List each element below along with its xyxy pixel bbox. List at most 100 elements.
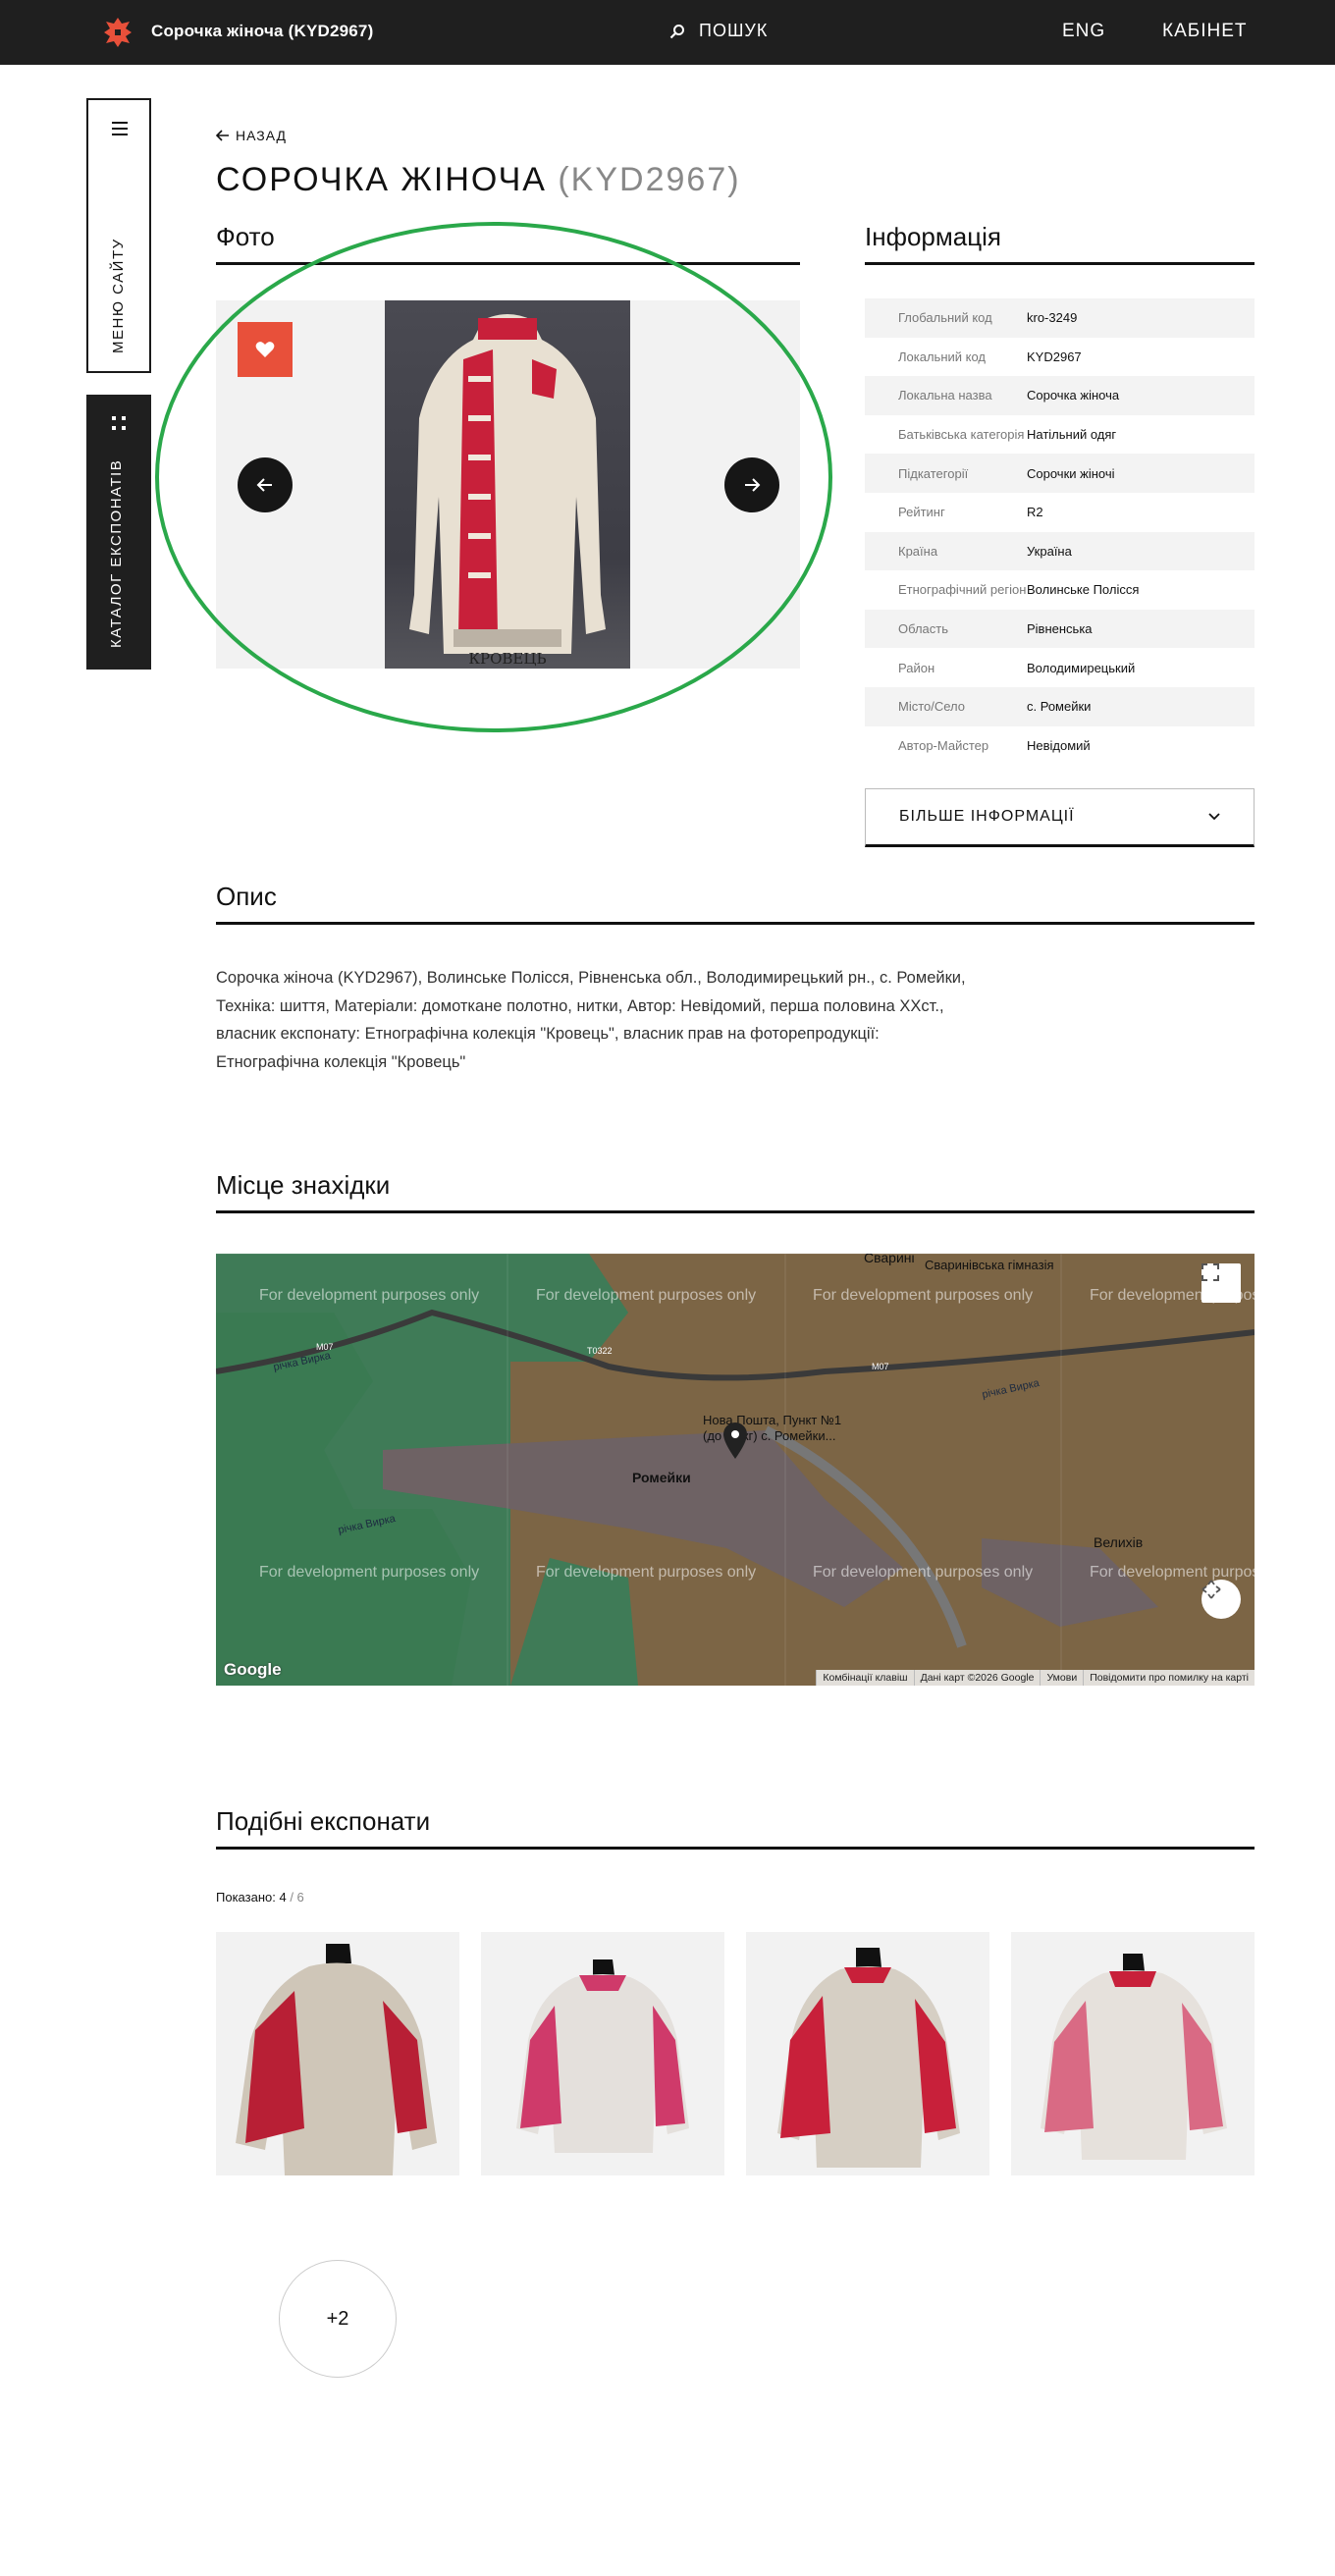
more-exhibits-button[interactable]: +2 bbox=[279, 2260, 397, 2378]
language-switch[interactable]: ENG bbox=[1062, 21, 1105, 42]
info-value: Рівненська bbox=[1027, 609, 1255, 649]
previous-photo-button[interactable] bbox=[238, 457, 293, 512]
grid-icon bbox=[112, 416, 126, 430]
info-value: Сорочки жіночі bbox=[1027, 454, 1255, 493]
photo-carousel[interactable]: КРОВЕЦЬ bbox=[216, 300, 800, 669]
map-attribution: Комбінації клавіш Дані карт ©2026 Google… bbox=[816, 1670, 1255, 1686]
keyboard-shortcuts-link[interactable]: Комбінації клавіш bbox=[816, 1670, 913, 1686]
favorite-button[interactable] bbox=[238, 322, 293, 377]
description-line: Сорочка жіноча (KYD2967), Волинське Полі… bbox=[216, 969, 966, 987]
info-key: Область bbox=[865, 609, 1027, 649]
cabinet-link[interactable]: КАБІНЕТ bbox=[1162, 21, 1248, 42]
map-data-text: Дані карт ©2026 Google bbox=[913, 1670, 1041, 1686]
similar-exhibit-card[interactable] bbox=[481, 1932, 724, 2175]
map-dev-watermark: For development purposes only bbox=[1090, 1564, 1255, 1581]
shown-counter: Показано: 4 / 6 bbox=[216, 1890, 304, 1905]
embroidered-shirt-image: КРОВЕЦЬ bbox=[409, 314, 606, 668]
similar-exhibit-card[interactable] bbox=[1011, 1932, 1255, 2175]
site-title: Сорочка жіноча (KYD2967) bbox=[151, 22, 374, 40]
exhibit-photo[interactable]: КРОВЕЦЬ bbox=[385, 300, 630, 669]
map-dev-watermark: For development purposes only bbox=[536, 1564, 757, 1581]
similar-exhibit-card[interactable] bbox=[216, 1932, 459, 2175]
info-value: с. Ромейки bbox=[1027, 686, 1255, 726]
info-value: Натільний одяг bbox=[1027, 427, 1117, 443]
move-icon bbox=[1202, 1580, 1221, 1599]
terms-link[interactable]: Умови bbox=[1040, 1670, 1083, 1686]
info-row: Локальна назва Сорочка жіноча bbox=[865, 376, 1255, 415]
description-line: власник експонату: Етнографічна колекція… bbox=[216, 1025, 880, 1043]
similar-exhibits-grid bbox=[216, 1932, 1255, 2175]
info-section-title: Інформація bbox=[865, 222, 1255, 265]
info-value: Сорочка жіноча bbox=[1027, 376, 1255, 415]
map-camera-control[interactable] bbox=[1202, 1580, 1241, 1619]
shown-prefix: Показано: bbox=[216, 1890, 276, 1905]
info-key: Локальна назва bbox=[865, 376, 1027, 415]
info-row: Район Володимирецький bbox=[865, 648, 1255, 687]
fullscreen-icon bbox=[1202, 1263, 1219, 1281]
logo-icon[interactable] bbox=[102, 16, 134, 49]
heart-icon bbox=[255, 342, 275, 357]
info-row: Локальний код KYD2967 bbox=[865, 338, 1255, 377]
info-row: Місто/Село с. Ромейки bbox=[865, 686, 1255, 726]
more-info-button[interactable]: БІЛЬШЕ ІНФОРМАЦІЇ bbox=[865, 788, 1255, 847]
info-key: Батьківська категорія bbox=[898, 427, 1025, 443]
arrow-left-icon bbox=[256, 478, 272, 492]
map-pin-icon[interactable] bbox=[721, 1421, 750, 1460]
photo-section-title: Фото bbox=[216, 222, 800, 265]
search-icon bbox=[669, 24, 684, 38]
search-button[interactable]: ПОШУК bbox=[669, 21, 768, 41]
map-road-label: M07 bbox=[872, 1362, 889, 1371]
location-map[interactable]: For development purposes only For develo… bbox=[216, 1254, 1255, 1686]
shirt-thumbnail bbox=[236, 1944, 437, 2175]
info-row: Глобальний код kro-3249 bbox=[865, 298, 1255, 338]
catalog-button[interactable]: КАТАЛОГ ЕКСПОНАТІВ bbox=[86, 395, 151, 670]
info-value: Володимирецький bbox=[1027, 660, 1136, 675]
description-line: Техніка: шиття, Матеріали: домоткане пол… bbox=[216, 996, 944, 1015]
map-place-label: Сварині bbox=[864, 1254, 915, 1265]
info-key: Підкатегорії bbox=[865, 454, 1027, 493]
similar-exhibit-card[interactable] bbox=[746, 1932, 989, 2175]
shirt-thumbnail bbox=[1041, 1954, 1227, 2160]
next-photo-button[interactable] bbox=[724, 457, 779, 512]
info-key: Район bbox=[898, 660, 935, 675]
photo-watermark: КРОВЕЦЬ bbox=[468, 650, 546, 668]
catalog-label: КАТАЛОГ ЕКСПОНАТІВ bbox=[108, 458, 125, 648]
map-dev-watermark: For development purposes only bbox=[813, 1287, 1034, 1304]
map-dev-watermark: For development purposes only bbox=[259, 1564, 480, 1581]
hamburger-icon bbox=[112, 122, 128, 139]
page-title-text: СОРОЧКА ЖІНОЧА bbox=[216, 161, 547, 198]
info-value: Україна bbox=[1027, 531, 1255, 571]
info-key: Етнографічний регіон bbox=[898, 582, 1027, 598]
info-row: Підкатегорії Сорочки жіночі bbox=[865, 454, 1255, 493]
google-logo[interactable]: Google bbox=[224, 1660, 282, 1680]
info-value: Невідомий bbox=[1027, 737, 1091, 753]
info-row: Етнографічний регіон Волинське Полісся bbox=[865, 570, 1255, 610]
map-road-label: M07 bbox=[316, 1342, 334, 1352]
info-row: Область Рівненська bbox=[865, 609, 1255, 649]
page-title-code: (KYD2967) bbox=[558, 161, 741, 198]
map-place-label: Ромейки bbox=[632, 1470, 691, 1485]
info-table: Глобальний код kro-3249 Локальний код KYD29… bbox=[865, 298, 1255, 765]
description-section-title: Опис bbox=[216, 882, 1255, 925]
top-bar: Сорочка жіноча (KYD2967) ПОШУК ENG КАБІН… bbox=[0, 0, 1335, 65]
map-poi-label: Сваринівська гімназія bbox=[925, 1258, 1054, 1272]
report-error-link[interactable]: Повідомити про помилку на карті bbox=[1083, 1670, 1255, 1686]
site-menu-button[interactable]: МЕНЮ САЙТУ bbox=[86, 98, 151, 373]
location-section-title: Місце знахідки bbox=[216, 1170, 1255, 1213]
arrow-left-icon bbox=[216, 130, 229, 141]
shirt-thumbnail bbox=[777, 1948, 960, 2168]
info-key: Глобальний код bbox=[865, 298, 1027, 338]
map-terrain bbox=[216, 1254, 1255, 1686]
info-value: KYD2967 bbox=[1027, 349, 1082, 364]
description-text: Сорочка жіноча (KYD2967), Волинське Полі… bbox=[216, 964, 1099, 1076]
site-menu-label: МЕНЮ САЙТУ bbox=[110, 238, 127, 353]
info-key: Локальний код bbox=[898, 349, 987, 364]
info-key: Рейтинг bbox=[898, 505, 945, 520]
map-fullscreen-button[interactable] bbox=[1202, 1263, 1241, 1303]
map-dev-watermark: For development purposes only bbox=[813, 1564, 1034, 1581]
shown-count: 4 bbox=[279, 1890, 287, 1905]
back-link[interactable]: НАЗАД bbox=[216, 128, 287, 143]
chevron-down-icon bbox=[1208, 813, 1220, 821]
map-road-label: T0322 bbox=[587, 1346, 613, 1356]
arrow-right-icon bbox=[745, 478, 761, 492]
